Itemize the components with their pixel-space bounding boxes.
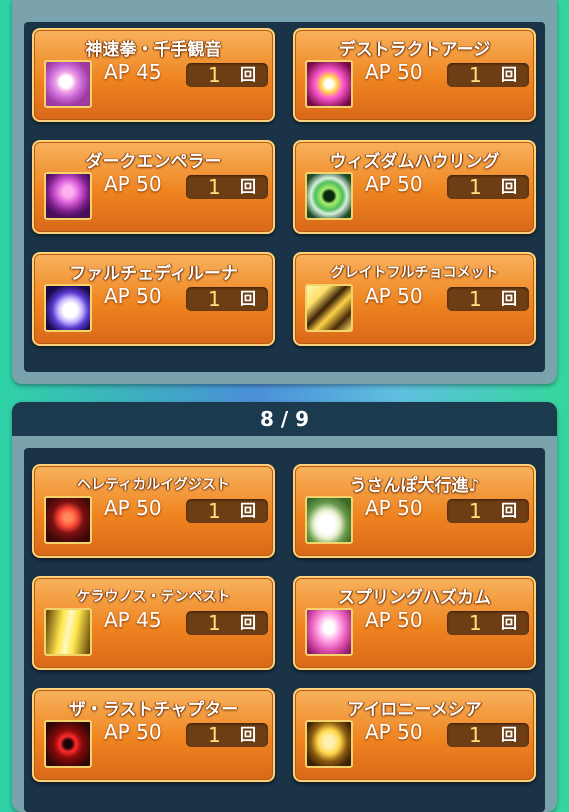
use-count-unit: 回 <box>240 177 257 196</box>
skill-card[interactable]: ダークエンペラー AP 50 1 回 <box>32 140 275 234</box>
skill-use-count: 1 回 <box>447 723 529 747</box>
use-count-value: 1 <box>469 175 482 199</box>
use-count-unit: 回 <box>240 289 257 308</box>
skill-use-count: 1 回 <box>447 499 529 523</box>
dark-emperor-icon <box>44 172 92 220</box>
demon-face-icon <box>44 496 92 544</box>
skill-name: ケラウノス・テンペスト <box>76 589 231 605</box>
use-count-value: 1 <box>208 63 221 87</box>
skill-ap-cost: AP 50 <box>104 172 162 196</box>
skill-card[interactable]: アイロニーメシア AP 50 1 回 <box>293 688 536 782</box>
skill-card[interactable]: デストラクトアージ AP 50 1 回 <box>293 28 536 122</box>
skill-ap-cost: AP 45 <box>104 60 162 84</box>
skill-name: スプリングハズカム <box>338 588 491 608</box>
use-count-unit: 回 <box>501 501 518 520</box>
page-indicator: 8 / 9 <box>12 402 557 436</box>
skill-grid-bottom: ヘレティカルイグジスト AP 50 1 回 うさんぽ大行進♪ AP 50 1 回… <box>24 448 545 812</box>
skill-name: うさんぽ大行進♪ <box>349 476 480 496</box>
skill-use-count: 1 回 <box>186 723 268 747</box>
spring-light-icon <box>305 608 353 656</box>
use-count-value: 1 <box>469 611 482 635</box>
skill-use-count: 1 回 <box>447 175 529 199</box>
skill-card[interactable]: ザ・ラストチャプター AP 50 1 回 <box>32 688 275 782</box>
use-count-value: 1 <box>469 723 482 747</box>
use-count-unit: 回 <box>501 289 518 308</box>
skill-name: ザ・ラストチャプター <box>68 700 239 720</box>
skill-ap-cost: AP 50 <box>365 496 423 520</box>
skill-name: 神速拳・千手観音 <box>85 40 222 60</box>
skill-use-count: 1 回 <box>447 63 529 87</box>
skill-ap-cost: AP 50 <box>365 720 423 744</box>
skill-panel-top: 神速拳・千手観音 AP 45 1 回 デストラクトアージ AP 50 1 回 ダ… <box>12 0 557 384</box>
use-count-unit: 回 <box>501 613 518 632</box>
skill-card[interactable]: 神速拳・千手観音 AP 45 1 回 <box>32 28 275 122</box>
skill-card[interactable]: ファルチェディルーナ AP 50 1 回 <box>32 252 275 346</box>
skill-use-count: 1 回 <box>186 499 268 523</box>
use-count-value: 1 <box>469 287 482 311</box>
skill-ap-cost: AP 50 <box>365 284 423 308</box>
skill-use-count: 1 回 <box>186 611 268 635</box>
use-count-value: 1 <box>208 723 221 747</box>
use-count-value: 1 <box>208 611 221 635</box>
skill-grid-top: 神速拳・千手観音 AP 45 1 回 デストラクトアージ AP 50 1 回 ダ… <box>24 22 545 372</box>
skill-card[interactable]: ヘレティカルイグジスト AP 50 1 回 <box>32 464 275 558</box>
skill-ap-cost: AP 50 <box>365 608 423 632</box>
use-count-unit: 回 <box>240 65 257 84</box>
skill-card[interactable]: グレイトフルチョコメット AP 50 1 回 <box>293 252 536 346</box>
use-count-value: 1 <box>208 499 221 523</box>
skill-name: グレイトフルチョコメット <box>330 265 499 281</box>
skill-name: ウィズダムハウリング <box>329 152 500 172</box>
skill-name: ヘレティカルイグジスト <box>77 477 230 493</box>
use-count-unit: 回 <box>501 65 518 84</box>
skill-name: ファルチェディルーナ <box>69 264 238 284</box>
use-count-unit: 回 <box>240 613 257 632</box>
skill-ap-cost: AP 50 <box>104 284 162 308</box>
use-count-value: 1 <box>208 287 221 311</box>
use-count-value: 1 <box>208 175 221 199</box>
rabbit-icon <box>305 496 353 544</box>
use-count-unit: 回 <box>240 725 257 744</box>
skill-card[interactable]: うさんぽ大行進♪ AP 50 1 回 <box>293 464 536 558</box>
skill-card[interactable]: スプリングハズカム AP 50 1 回 <box>293 576 536 670</box>
sparkle-burst-icon <box>305 60 353 108</box>
use-count-unit: 回 <box>501 725 518 744</box>
use-count-value: 1 <box>469 63 482 87</box>
lightning-icon <box>44 608 92 656</box>
use-count-unit: 回 <box>240 501 257 520</box>
green-eye-icon <box>305 172 353 220</box>
skill-card[interactable]: ウィズダムハウリング AP 50 1 回 <box>293 140 536 234</box>
skill-ap-cost: AP 50 <box>365 172 423 196</box>
skill-use-count: 1 回 <box>447 287 529 311</box>
use-count-unit: 回 <box>501 177 518 196</box>
red-eye-icon <box>44 720 92 768</box>
skill-ap-cost: AP 50 <box>104 496 162 520</box>
skill-name: デストラクトアージ <box>338 40 491 60</box>
moon-orb-icon <box>44 284 92 332</box>
golden-figure-icon <box>305 720 353 768</box>
skill-name: ダークエンペラー <box>85 152 222 172</box>
skill-ap-cost: AP 45 <box>104 608 162 632</box>
skill-use-count: 1 回 <box>186 175 268 199</box>
sun-mandala-icon <box>44 60 92 108</box>
meteor-shower-icon <box>305 284 353 332</box>
skill-name: アイロニーメシア <box>347 700 482 720</box>
skill-ap-cost: AP 50 <box>104 720 162 744</box>
skill-card[interactable]: ケラウノス・テンペスト AP 45 1 回 <box>32 576 275 670</box>
skill-use-count: 1 回 <box>447 611 529 635</box>
use-count-value: 1 <box>469 499 482 523</box>
skill-ap-cost: AP 50 <box>365 60 423 84</box>
skill-panel-bottom: 8 / 9 ヘレティカルイグジスト AP 50 1 回 うさんぽ大行進♪ AP … <box>12 402 557 812</box>
skill-use-count: 1 回 <box>186 63 268 87</box>
skill-use-count: 1 回 <box>186 287 268 311</box>
